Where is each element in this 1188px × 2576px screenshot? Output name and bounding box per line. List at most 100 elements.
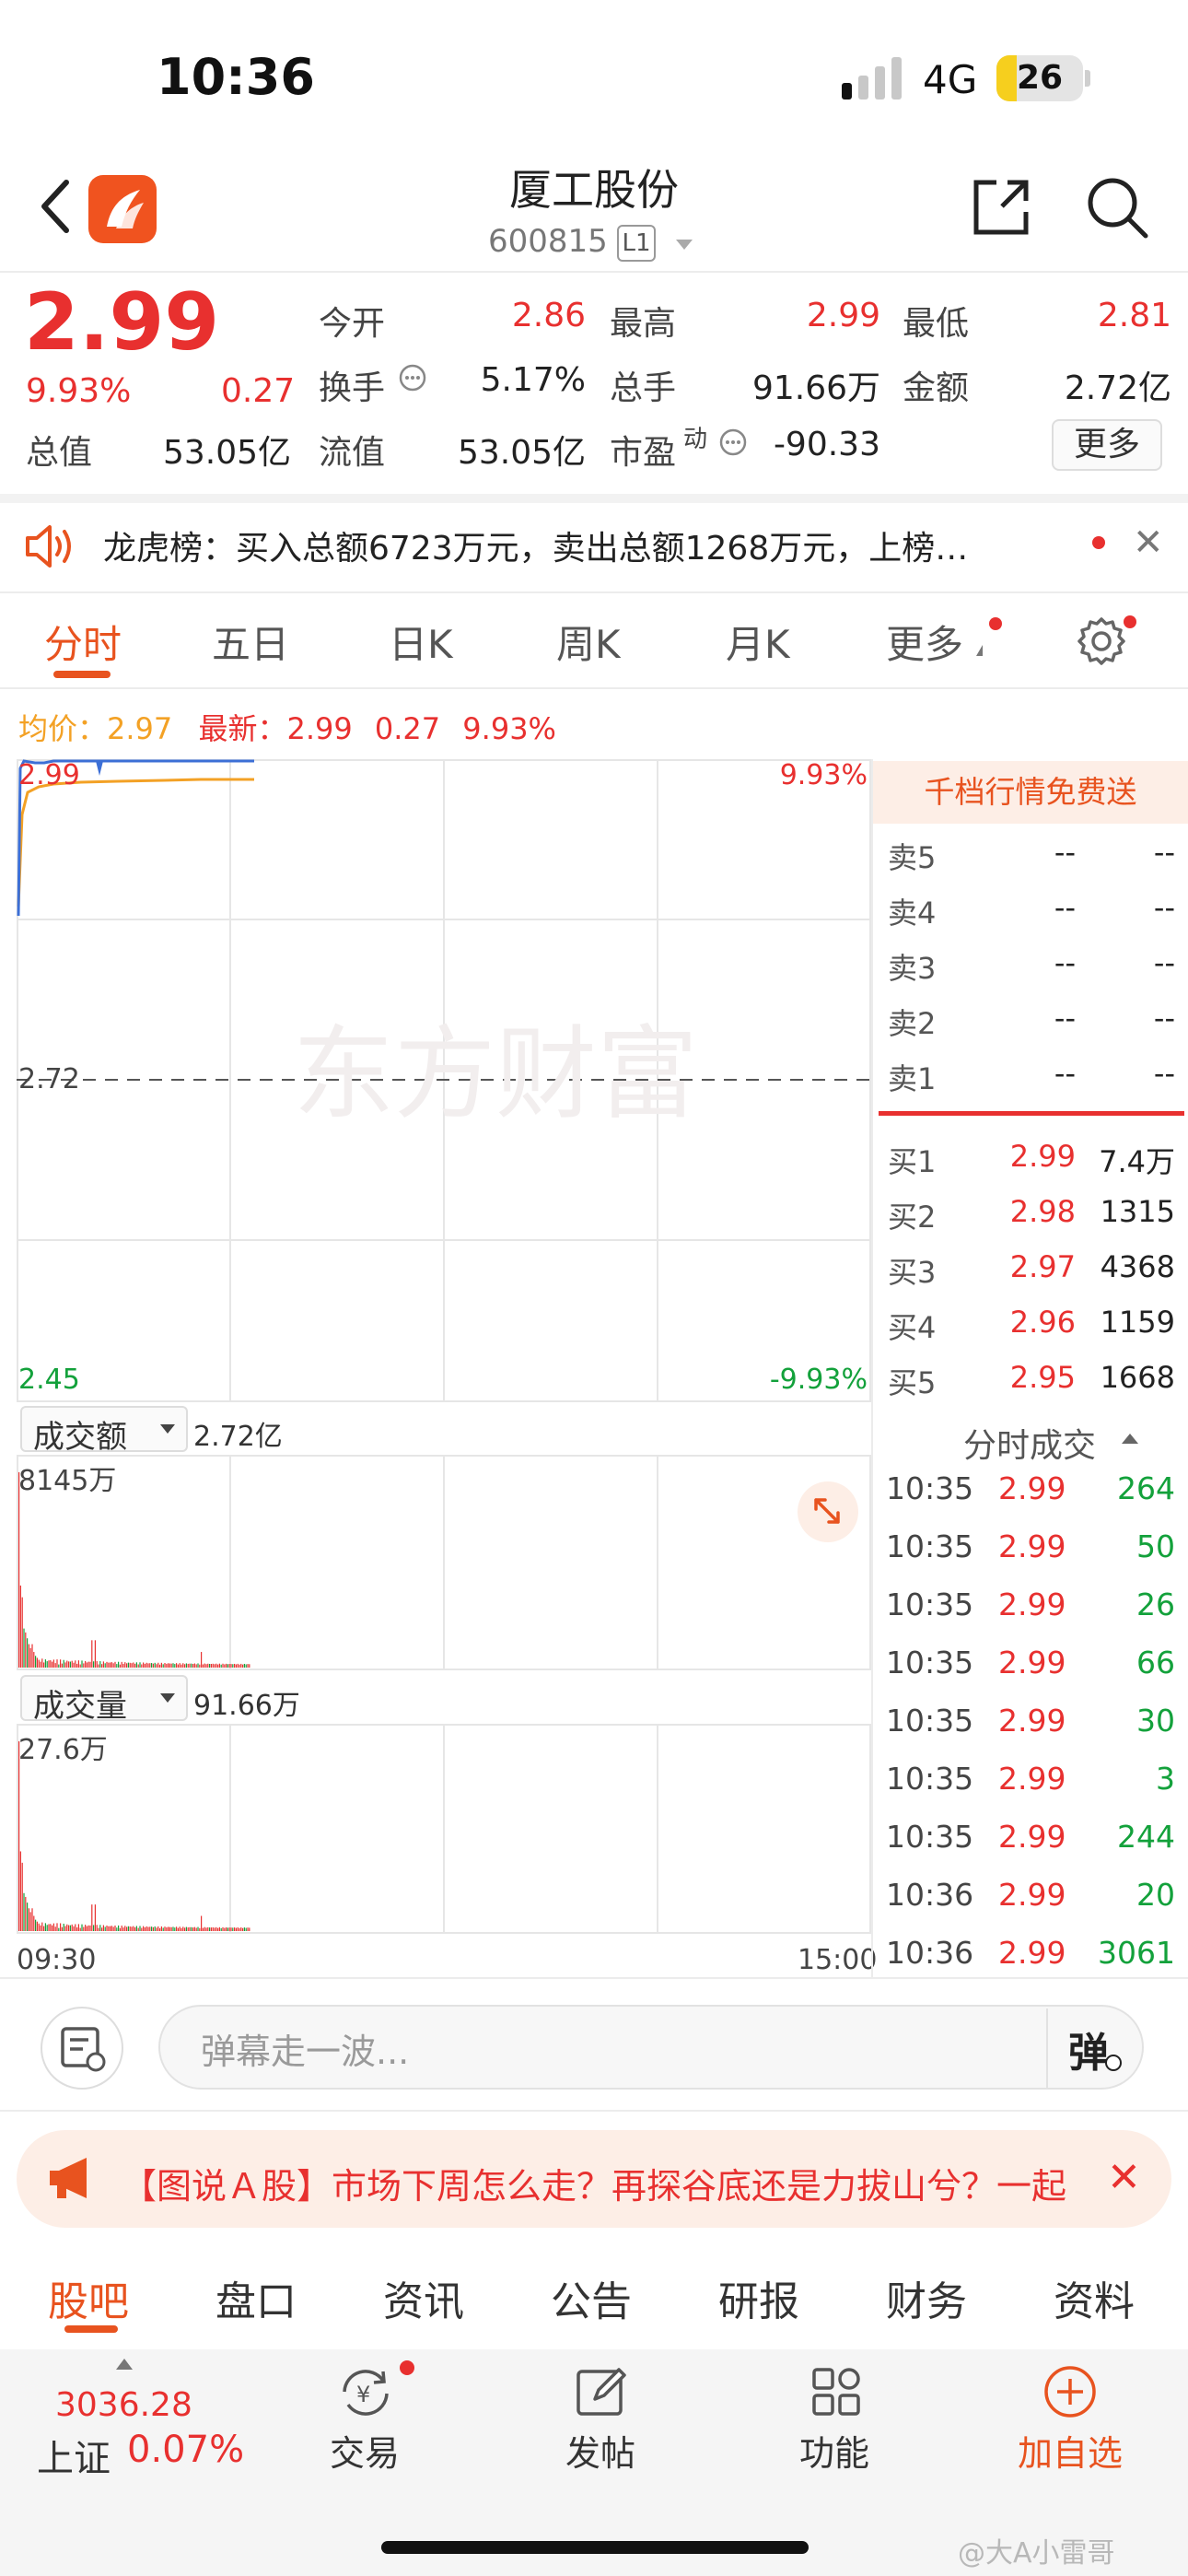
caret-down-icon[interactable] bbox=[676, 240, 693, 250]
tab-order-panel[interactable]: 盘口 bbox=[215, 2268, 297, 2327]
danmaku-toggle-button[interactable]: 弹 bbox=[1068, 2020, 1109, 2078]
volume-bar bbox=[235, 1927, 237, 1931]
turnover-rate-label: 换手 bbox=[319, 369, 386, 407]
gear-icon[interactable] bbox=[1076, 615, 1127, 671]
close-icon[interactable]: ✕ bbox=[1107, 2154, 1141, 2201]
ticks-title[interactable]: 分时成交 bbox=[963, 1419, 1096, 1467]
tab-five-day[interactable]: 五日 bbox=[212, 614, 289, 670]
volume-bar bbox=[81, 1924, 83, 1931]
volume-bar bbox=[104, 1663, 106, 1668]
caret-up-icon[interactable] bbox=[116, 2359, 133, 2370]
nav-trade[interactable]: 交易 bbox=[273, 2425, 457, 2476]
nav-post[interactable]: 发帖 bbox=[508, 2425, 693, 2476]
volume-bar bbox=[174, 1927, 176, 1931]
volume-bar bbox=[143, 1926, 145, 1931]
tab-weekly-k[interactable]: 周K bbox=[556, 614, 621, 670]
info-icon[interactable] bbox=[398, 363, 427, 396]
volume-bar bbox=[43, 1926, 45, 1931]
turnover-max: 8145万 bbox=[18, 1465, 117, 1497]
volume-bar bbox=[152, 1663, 154, 1668]
volume-bar bbox=[137, 1664, 139, 1668]
volume-bar bbox=[159, 1664, 161, 1668]
volume-bar bbox=[159, 1927, 161, 1931]
index-value[interactable]: 3036.28 bbox=[55, 2386, 192, 2424]
volume-bar bbox=[228, 1664, 230, 1668]
avg-label: 均价： bbox=[18, 711, 108, 746]
danmaku-separator bbox=[1046, 2008, 1048, 2088]
volume-bar bbox=[110, 1926, 111, 1931]
apps-icon[interactable] bbox=[807, 2362, 866, 2425]
time-start: 09:30 bbox=[17, 1944, 97, 1976]
comment-list-icon[interactable] bbox=[41, 2007, 123, 2090]
trade-icon[interactable]: ¥ bbox=[333, 2364, 398, 2425]
volume-bar bbox=[135, 1926, 137, 1931]
volume-bar bbox=[35, 1656, 37, 1668]
tab-news[interactable]: 资讯 bbox=[383, 2268, 464, 2327]
tab-financials[interactable]: 财务 bbox=[886, 2268, 967, 2327]
volume-selector[interactable]: 成交量 bbox=[20, 1675, 188, 1725]
volume-bar bbox=[129, 1926, 131, 1931]
turnover-label: 成交额 bbox=[33, 1419, 127, 1456]
more-quote-button[interactable]: 更多 bbox=[1052, 419, 1162, 471]
intraday-chart[interactable]: 东方财富 2.99 9.93% 2.72 2.45 -9.93% 成交额 2.7… bbox=[17, 759, 871, 1938]
volume-bar bbox=[234, 1927, 236, 1931]
watermark-text: @大A小雷哥 bbox=[958, 2537, 1115, 2570]
volume-bar bbox=[220, 1927, 222, 1931]
order-row: 卖5 -- -- bbox=[888, 835, 1175, 875]
battery-icon: 26 bbox=[996, 55, 1083, 101]
volume-bar bbox=[56, 1659, 58, 1668]
volume-bar bbox=[73, 1926, 75, 1931]
comment-divider bbox=[0, 2110, 1188, 2112]
index-name[interactable]: 上证 bbox=[37, 2429, 111, 2482]
chart-watermark: 东方财富 bbox=[293, 1015, 698, 1133]
search-icon[interactable] bbox=[1085, 175, 1149, 243]
tab-announcements[interactable]: 公告 bbox=[551, 2268, 632, 2327]
level-badge[interactable]: L1 bbox=[617, 225, 656, 262]
volume-bar bbox=[237, 1663, 239, 1668]
news-headline[interactable]: 【图说Ａ股】市场下周怎么走？再探谷底还是力拔山兮？一起 bbox=[122, 2158, 1092, 2208]
tab-profile[interactable]: 资料 bbox=[1054, 2268, 1135, 2327]
volume-bar bbox=[110, 1662, 111, 1668]
volume-bar bbox=[197, 1926, 199, 1931]
volume-bar bbox=[96, 1661, 98, 1668]
volume-bar bbox=[122, 1927, 124, 1931]
expand-icon[interactable] bbox=[798, 1481, 858, 1542]
add-watchlist-icon[interactable] bbox=[1041, 2362, 1100, 2425]
volume-bar bbox=[89, 1925, 91, 1931]
volume-bar bbox=[205, 1927, 207, 1931]
volume-bar bbox=[85, 1660, 87, 1668]
tabs-divider bbox=[0, 687, 1188, 689]
volume-bar bbox=[179, 1663, 181, 1668]
volume-bar bbox=[243, 1663, 245, 1668]
volume-bar bbox=[146, 1662, 147, 1668]
volume-bar bbox=[40, 1661, 41, 1668]
nav-functions[interactable]: 功能 bbox=[742, 2425, 926, 2476]
tab-daily-k[interactable]: 日K bbox=[389, 614, 453, 670]
close-icon[interactable]: ✕ bbox=[1133, 521, 1164, 564]
share-icon[interactable] bbox=[969, 175, 1033, 243]
volume-bar bbox=[61, 1926, 63, 1931]
volume-bar bbox=[38, 1659, 40, 1668]
tab-monthly-k[interactable]: 月K bbox=[726, 614, 790, 670]
turnover-selector[interactable]: 成交额 bbox=[20, 1406, 188, 1456]
tab-forum[interactable]: 股吧 bbox=[48, 2268, 129, 2327]
volume-bar bbox=[222, 1663, 224, 1668]
tab-more-dot bbox=[989, 617, 1002, 630]
latest-value: 2.99 bbox=[286, 711, 353, 746]
post-icon[interactable] bbox=[573, 2362, 632, 2425]
nav-add-watchlist[interactable]: 加自选 bbox=[978, 2425, 1162, 2476]
volume-bar bbox=[227, 1927, 228, 1931]
tab-more[interactable]: 更多 bbox=[886, 614, 963, 670]
volume-bar bbox=[193, 1926, 195, 1931]
volume-bar bbox=[170, 1926, 172, 1931]
volume-bar bbox=[75, 1660, 76, 1668]
dragon-tiger-notice[interactable]: 龙虎榜：买入总额6723万元，卖出总额1268万元，上榜… bbox=[103, 521, 1052, 569]
home-indicator[interactable] bbox=[381, 2541, 809, 2554]
volume-bar bbox=[201, 1652, 203, 1668]
volume-bar bbox=[230, 1927, 232, 1931]
promo-banner[interactable]: 千档行情免费送 bbox=[873, 761, 1188, 824]
tab-intraday[interactable]: 分时 bbox=[44, 614, 122, 670]
caret-up-icon[interactable] bbox=[1122, 1434, 1138, 1444]
tab-research[interactable]: 研报 bbox=[718, 2268, 799, 2327]
index-change[interactable]: 0.07% bbox=[127, 2429, 244, 2471]
